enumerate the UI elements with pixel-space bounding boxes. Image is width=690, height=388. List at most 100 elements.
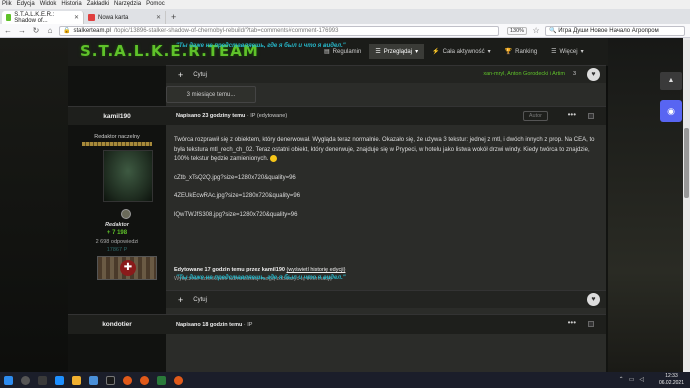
url-path: /topic/13896-stalker-shadow-of-chernobyl… <box>113 27 339 34</box>
reputation-value: 7 198 <box>112 230 128 236</box>
chevron-up-icon[interactable]: ⌃ <box>619 376 624 383</box>
tab-bar: S.T.A.L.K.E.R.: Shadow of... ✕ Nowa kart… <box>0 9 690 24</box>
navigation-toolbar: ← → ↻ ⌂ 🔒 stalkerteam.pl/topic/13896-sta… <box>0 24 690 38</box>
image-link-3[interactable]: lQwTWJfS308.jpg?size=1280x720&quality=96 <box>174 211 599 221</box>
app-icon[interactable] <box>106 375 115 385</box>
scroll-top-icon[interactable]: ▲ <box>660 72 682 90</box>
post-header: kamil190 Napisano 23 godziny temu · IP (… <box>68 106 606 125</box>
more-options-icon[interactable]: ••• <box>568 110 576 119</box>
scrollbar-thumb[interactable] <box>684 128 689 198</box>
clock-date: 06.02.2021 <box>658 380 684 386</box>
select-post-checkbox[interactable] <box>588 321 594 327</box>
taskbar: ⌃ ▭ ◁ 12:33 06.02.2021 <box>0 372 690 388</box>
site-nav-item-2[interactable]: ⚡ Cała aktywność ▾ <box>426 44 497 59</box>
menu-item-2[interactable]: Widok <box>40 0 57 9</box>
store-icon[interactable] <box>89 375 98 385</box>
post-meta: Napisano 23 godziny temu · IP (edytowane… <box>176 113 288 119</box>
firefox-icon[interactable] <box>123 375 132 385</box>
tab-stalkerteam[interactable]: S.T.A.L.K.E.R.: Shadow of... ✕ <box>2 11 84 24</box>
menu-item-4[interactable]: Zakładki <box>87 0 109 9</box>
chevron-down-icon: ▾ <box>487 49 491 55</box>
search-taskbar-icon[interactable] <box>21 375 30 385</box>
ip-link[interactable]: IP <box>247 322 252 328</box>
image-link-1[interactable]: cZtb_xTsQ2Q.jpg?size=1280x720&quality=96 <box>174 174 599 184</box>
react-heart-icon[interactable]: ♥ <box>587 68 600 81</box>
posted-time[interactable]: Napisano 18 godzin temu <box>176 322 242 328</box>
close-tab-icon[interactable]: ✕ <box>74 14 79 21</box>
site-nav-item-1[interactable]: ☰ Przeglądaj ▾ <box>369 44 425 59</box>
menu-item-5[interactable]: Narzędzia <box>114 0 141 9</box>
volume-icon[interactable]: ◁ <box>639 376 644 383</box>
clock[interactable]: 12:33 06.02.2021 <box>659 373 684 387</box>
post-author[interactable]: kondotier <box>68 321 166 328</box>
tab-new[interactable]: Nowa karta ✕ <box>84 11 166 24</box>
folder-icon[interactable] <box>72 375 81 385</box>
rank-bar <box>82 142 152 146</box>
post-body: Twórca rozprawił się z obiektem, który d… <box>174 136 599 229</box>
menu-item-0[interactable]: Plik <box>2 0 12 9</box>
react-heart-icon[interactable]: ♥ <box>587 293 600 306</box>
quote-button[interactable]: Cytuj <box>193 72 207 78</box>
new-tab-button[interactable]: + <box>166 11 181 24</box>
search-input[interactable]: 🔍 Игра Души Новое Начало Агропром <box>545 25 686 36</box>
search-icon: 🔍 <box>549 28 557 34</box>
home-icon[interactable]: ⌂ <box>45 26 55 35</box>
close-tab-icon[interactable]: ✕ <box>156 14 161 21</box>
menu-item-6[interactable]: Pomoc <box>146 0 165 9</box>
edge-icon[interactable] <box>55 375 64 385</box>
add-icon[interactable]: + <box>178 295 183 305</box>
firefox-icon[interactable] <box>140 375 149 385</box>
forward-icon[interactable]: → <box>17 26 27 35</box>
reaction-users[interactable]: xan-mryl, Anton Gorodecki i Artim <box>483 71 565 77</box>
posted-time[interactable]: Napisano 23 godziny temu <box>176 113 245 119</box>
trophy-icon: 🏆 <box>504 49 513 55</box>
page-scrollbar[interactable] <box>683 38 690 372</box>
rank-badge-icon <box>121 209 131 219</box>
ip-link[interactable]: IP <box>250 113 255 119</box>
medal-image: ✚ <box>97 256 157 280</box>
start-icon[interactable] <box>4 375 13 385</box>
task-view-icon[interactable] <box>38 375 47 385</box>
reactions-list[interactable]: xan-mryl, Anton Gorodecki i Artim 3 <box>483 71 576 77</box>
menu-bar: Plik Edycja Widok Historia Zakładki Narzędzia… <box>0 0 690 9</box>
back-icon[interactable]: ← <box>3 26 13 35</box>
menu-item-3[interactable]: Historia <box>61 0 81 9</box>
site-nav-label: Cała aktywność <box>442 48 485 55</box>
edit-info: Edytowane 17 godzin temu przez kamil190 … <box>174 267 345 273</box>
post-paragraph: Twórca rozprawił się z obiektem, który d… <box>174 136 599 165</box>
next-post-header: kondotier Napisano 18 godzin temu · IP •… <box>68 314 606 334</box>
menu-icon: ☰ <box>551 49 557 55</box>
background-left <box>0 38 68 372</box>
more-options-icon[interactable]: ••• <box>568 318 576 327</box>
prev-post-actions: + Cytuj xan-mryl, Anton Gorodecki i Arti… <box>166 65 606 83</box>
edited-flag: (edytowane) <box>256 113 288 119</box>
menu-item-1[interactable]: Edycja <box>17 0 35 9</box>
select-post-checkbox[interactable] <box>588 113 594 119</box>
reload-icon[interactable]: ↻ <box>31 26 41 35</box>
image-link-2[interactable]: 4ZEUkEcwRAc.jpg?size=1280x720&quality=96 <box>174 192 599 202</box>
site-nav-item-4[interactable]: ☰ Więcej ▾ <box>545 44 589 59</box>
reaction-count: 3 <box>572 71 576 77</box>
quote-button[interactable]: Cytuj <box>193 297 207 303</box>
add-icon[interactable]: + <box>178 70 183 80</box>
post-actions: + Cytuj ♥ <box>166 290 606 308</box>
network-icon[interactable]: ▭ <box>629 376 635 383</box>
post-author[interactable]: kamil190 <box>68 113 166 120</box>
bookmark-star-icon[interactable]: ☆ <box>531 26 541 35</box>
discord-icon[interactable]: ◉ <box>660 100 682 122</box>
app-icon[interactable] <box>157 375 166 385</box>
author-badge: Autor <box>522 111 548 121</box>
zoom-level[interactable]: 130% <box>507 26 528 35</box>
post-meta: Napisano 18 godzin temu · IP <box>176 321 253 328</box>
edit-history-link[interactable]: (wyświetl historię edycji) <box>286 267 345 273</box>
firefox-icon[interactable] <box>174 375 183 385</box>
avatar[interactable] <box>103 150 153 202</box>
activity-icon: ⚡ <box>432 49 440 55</box>
user-rank-title: Redaktor naczelny <box>94 134 140 140</box>
lock-icon: 🔒 <box>63 28 71 34</box>
clock-time: 12:33 <box>665 373 678 379</box>
time-separator: 3 miesiące temu... <box>166 86 256 103</box>
site-nav-item-3[interactable]: 🏆 Ranking <box>499 44 544 59</box>
smile-emoji-icon <box>270 155 278 162</box>
address-bar[interactable]: 🔒 stalkerteam.pl/topic/13896-stalker-sha… <box>59 25 499 36</box>
